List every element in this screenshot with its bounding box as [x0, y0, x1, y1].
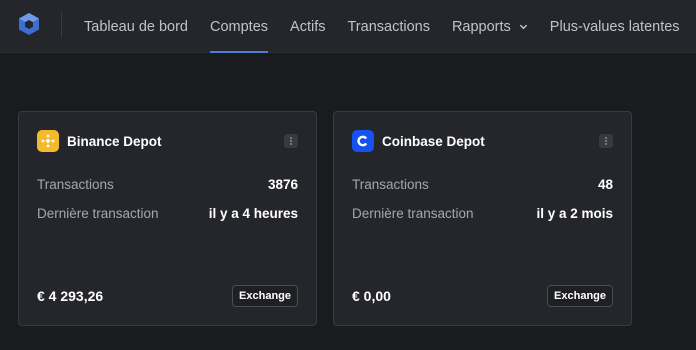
last-transaction-row: Dernière transaction il y a 4 heures	[37, 206, 298, 221]
nav-divider	[61, 12, 62, 38]
account-card-coinbase[interactable]: Coinbase Depot Transactions 48 Dernière …	[333, 111, 632, 326]
main-nav: Tableau de bord Comptes Actifs Transacti…	[84, 0, 696, 53]
nav-item-tableau-de-bord[interactable]: Tableau de bord	[84, 0, 188, 53]
card-menu-button[interactable]	[599, 134, 613, 148]
transactions-count: 48	[597, 177, 613, 192]
nav-item-plus-values-latentes[interactable]: Plus-values latentes	[550, 0, 680, 53]
nav-item-actifs[interactable]: Actifs	[290, 0, 325, 53]
card-title: Binance Depot	[67, 133, 162, 149]
account-type-badge: Exchange	[232, 285, 298, 307]
transactions-count: 3876	[267, 177, 298, 192]
card-title: Coinbase Depot	[382, 133, 485, 149]
transactions-row: Transactions 3876	[37, 177, 298, 192]
nav-item-comptes[interactable]: Comptes	[210, 0, 269, 53]
nav-item-transactions[interactable]: Transactions	[347, 0, 429, 53]
card-footer: € 4 293,26 Exchange	[37, 285, 298, 307]
last-transaction-value: il y a 2 mois	[536, 206, 613, 221]
chevron-down-icon	[519, 24, 527, 30]
last-transaction-row: Dernière transaction il y a 2 mois	[352, 206, 613, 221]
app-logo-icon[interactable]	[18, 12, 40, 36]
more-vertical-icon	[290, 137, 292, 145]
coinbase-icon	[352, 130, 374, 152]
transactions-label: Transactions	[37, 177, 114, 192]
card-menu-button[interactable]	[284, 134, 298, 148]
top-navigation: Tableau de bord Comptes Actifs Transacti…	[0, 0, 696, 53]
nav-item-rapports[interactable]: Rapports	[452, 0, 528, 53]
binance-icon	[37, 130, 59, 152]
more-vertical-icon	[605, 137, 607, 145]
account-balance: € 4 293,26	[37, 288, 104, 304]
card-header: Binance Depot	[37, 130, 298, 152]
card-footer: € 0,00 Exchange	[352, 285, 613, 307]
account-card-binance[interactable]: Binance Depot Transactions 3876 Dernière…	[18, 111, 317, 326]
transactions-label: Transactions	[352, 177, 429, 192]
last-transaction-label: Dernière transaction	[352, 206, 474, 221]
transactions-row: Transactions 48	[352, 177, 613, 192]
account-balance: € 0,00	[352, 288, 391, 304]
last-transaction-label: Dernière transaction	[37, 206, 159, 221]
account-type-badge: Exchange	[547, 285, 613, 307]
card-header: Coinbase Depot	[352, 130, 613, 152]
last-transaction-value: il y a 4 heures	[208, 206, 298, 221]
